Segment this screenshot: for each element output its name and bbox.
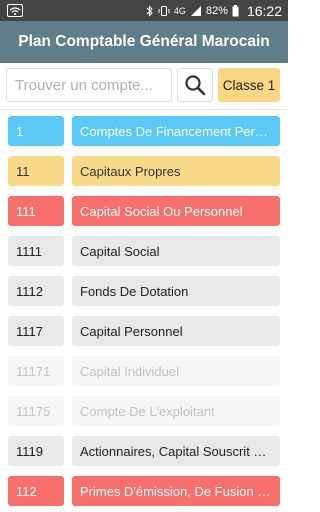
account-row[interactable]: 1112 Fonds De Dotation: [0, 270, 288, 310]
account-label: Primes D'émission, De Fusion Et D'apport: [72, 476, 280, 506]
account-label: Capital Individuel: [72, 356, 280, 386]
account-row[interactable]: 11171 Capital Individuel: [0, 350, 288, 390]
account-row[interactable]: 111 Capital Social Ou Personnel: [0, 190, 288, 230]
account-row[interactable]: 1117 Capital Personnel: [0, 310, 288, 350]
account-label: Capital Personnel: [72, 316, 280, 346]
search-icon: [185, 75, 206, 96]
battery-percent: 82%: [205, 4, 228, 17]
account-code: 1117: [8, 316, 64, 346]
search-button[interactable]: [177, 68, 213, 102]
account-code: 11: [8, 156, 64, 186]
account-label: Capitaux Propres: [72, 156, 280, 186]
account-code: 1112: [8, 276, 64, 306]
account-row[interactable]: 1111 Capital Social: [0, 230, 288, 270]
status-bar: 4G 82% 16:22: [0, 0, 288, 21]
account-code: 1111: [8, 236, 64, 266]
classe-filter-button[interactable]: Classe 1: [218, 68, 280, 102]
account-row[interactable]: 1119 Actionnaires, Capital Souscrit Non …: [0, 430, 288, 470]
app-title: Plan Comptable Général Marocain: [18, 33, 270, 50]
bluetooth-icon: [146, 4, 153, 17]
wifi-icon: [7, 4, 23, 17]
search-row: Classe 1: [0, 63, 288, 110]
account-code: 11175: [8, 396, 64, 426]
account-label: Actionnaires, Capital Souscrit Non Appel…: [72, 436, 280, 466]
app-bar: Plan Comptable Général Marocain: [0, 21, 288, 63]
clock: 16:22: [246, 2, 282, 19]
account-row[interactable]: 112 Primes D'émission, De Fusion Et D'ap…: [0, 470, 288, 510]
account-label: Capital Social Ou Personnel: [72, 196, 280, 226]
account-label: Compte De L'exploitant: [72, 396, 280, 426]
account-code: 1119: [8, 436, 64, 466]
account-label: Fonds De Dotation: [72, 276, 280, 306]
account-code: 11171: [8, 356, 64, 386]
account-code: 112: [8, 476, 64, 506]
classe-filter-label: Classe 1: [222, 77, 276, 93]
account-row[interactable]: 1 Comptes De Financement Permanent: [0, 110, 288, 150]
network-type: 4G: [173, 5, 186, 16]
search-input[interactable]: [6, 68, 172, 102]
vibrate-icon: [158, 5, 170, 16]
account-code: 1: [8, 116, 64, 146]
account-row[interactable]: 11 Capitaux Propres: [0, 150, 288, 190]
account-code: 111: [8, 196, 64, 226]
signal-icon: [190, 5, 201, 16]
account-label: Capital Social: [72, 236, 280, 266]
battery-icon: [232, 4, 239, 16]
account-row[interactable]: 11175 Compte De L'exploitant: [0, 390, 288, 430]
account-label: Comptes De Financement Permanent: [72, 116, 280, 146]
